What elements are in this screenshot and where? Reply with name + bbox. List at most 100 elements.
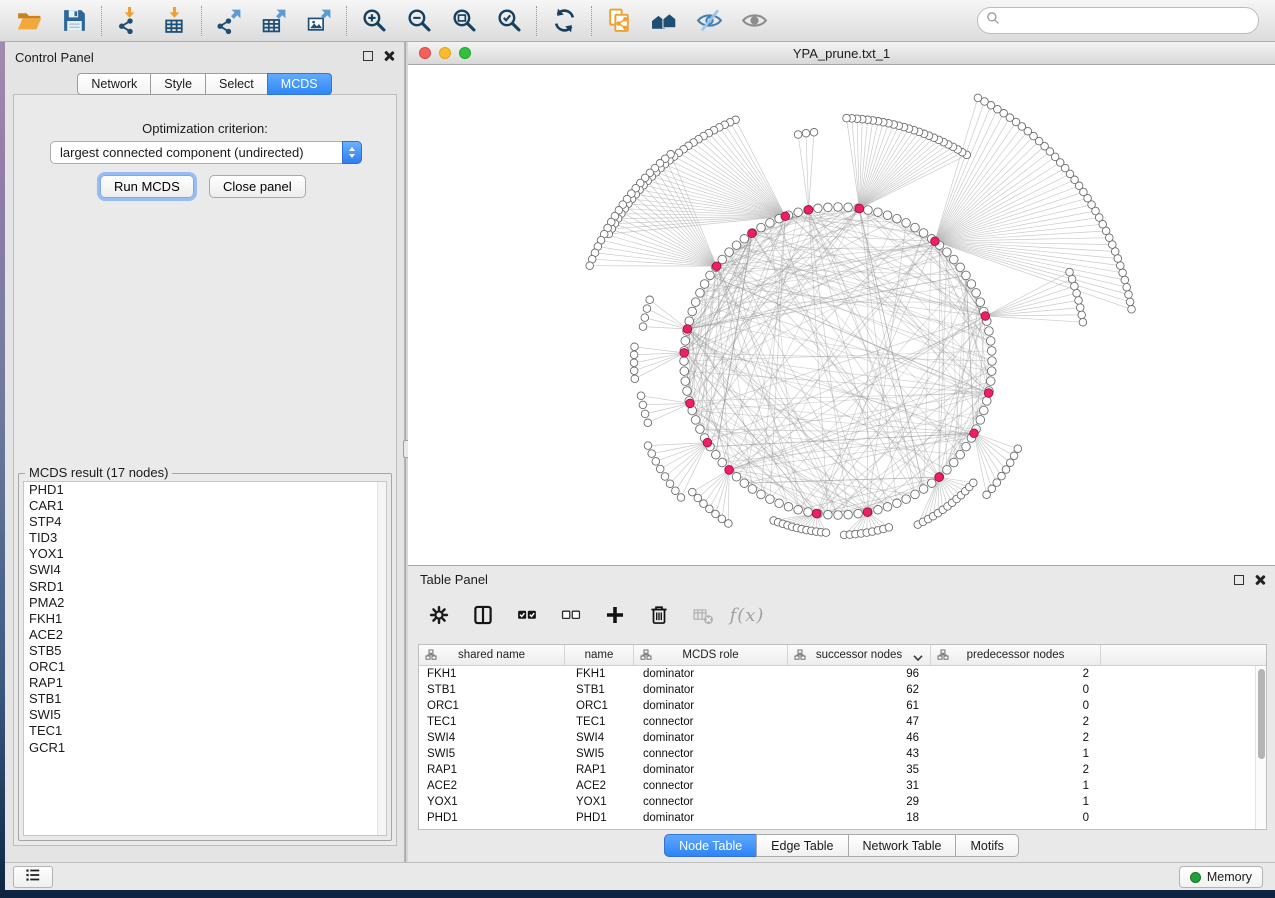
table-row[interactable]: FKH1FKH1dominator962	[419, 666, 1266, 682]
network-hub-node[interactable]	[984, 389, 993, 398]
network-hub-node[interactable]	[981, 312, 990, 321]
network-hub-node[interactable]	[931, 237, 940, 246]
deselect-all-icon[interactable]	[558, 602, 584, 628]
network-node[interactable]	[824, 203, 833, 212]
network-node[interactable]	[902, 219, 911, 228]
network-leaf-node[interactable]	[1002, 466, 1010, 474]
table-scrollbar[interactable]	[1255, 666, 1266, 829]
network-leaf-node[interactable]	[630, 359, 638, 367]
network-node[interactable]	[718, 458, 727, 467]
mcds-result-item[interactable]: STB5	[24, 643, 386, 659]
hide-selected-icon[interactable]	[694, 6, 724, 36]
mcds-result-item[interactable]: SRD1	[24, 579, 386, 595]
network-leaf-node[interactable]	[1121, 276, 1129, 284]
network-node[interactable]	[943, 466, 952, 475]
network-node[interactable]	[893, 214, 902, 223]
network-hub-node[interactable]	[812, 509, 821, 518]
network-node[interactable]	[883, 503, 892, 512]
import-table-icon[interactable]	[159, 6, 189, 36]
network-node[interactable]	[706, 271, 715, 280]
network-node[interactable]	[696, 289, 705, 298]
network-leaf-node[interactable]	[641, 410, 649, 418]
mcds-result-item[interactable]: TID3	[24, 530, 386, 546]
tab-mcds[interactable]: MCDS	[267, 73, 332, 95]
network-leaf-node[interactable]	[677, 494, 685, 502]
network-leaf-node[interactable]	[1010, 452, 1018, 460]
network-leaf-node[interactable]	[1114, 255, 1122, 263]
network-node[interactable]	[911, 490, 920, 499]
network-node[interactable]	[775, 499, 784, 508]
network-leaf-node[interactable]	[998, 472, 1006, 480]
network-node[interactable]	[804, 508, 813, 517]
network-leaf-node[interactable]	[656, 465, 664, 473]
network-node[interactable]	[874, 506, 883, 515]
zoom-out-icon[interactable]	[404, 6, 434, 36]
network-leaf-node[interactable]	[661, 473, 669, 481]
network-leaf-node[interactable]	[1076, 304, 1084, 312]
network-leaf-node[interactable]	[718, 515, 726, 523]
save-icon[interactable]	[59, 6, 89, 36]
welcome-screen-button[interactable]	[13, 866, 53, 888]
network-leaf-node[interactable]	[652, 458, 660, 466]
network-leaf-node[interactable]	[1123, 283, 1131, 291]
network-node[interactable]	[834, 203, 843, 212]
import-network-icon[interactable]	[114, 6, 144, 36]
network-node[interactable]	[988, 357, 997, 366]
memory-button[interactable]: Memory	[1179, 866, 1263, 888]
tab-network[interactable]: Network	[77, 73, 151, 95]
network-node[interactable]	[732, 473, 741, 482]
network-node[interactable]	[681, 337, 690, 346]
column-header-shared-name[interactable]: shared name	[419, 645, 565, 665]
export-image-icon[interactable]	[304, 6, 334, 36]
select-all-icon[interactable]	[514, 602, 540, 628]
network-hub-node[interactable]	[970, 429, 979, 438]
network-leaf-node[interactable]	[689, 488, 697, 496]
mcds-result-item[interactable]: SWI4	[24, 562, 386, 578]
network-leaf-node[interactable]	[1006, 459, 1014, 467]
mcds-result-item[interactable]: GCR1	[24, 740, 386, 756]
network-window-titlebar[interactable]: YPA_prune.txt_1	[408, 42, 1275, 65]
network-node[interactable]	[740, 235, 749, 244]
network-node[interactable]	[967, 280, 976, 289]
tab-select[interactable]: Select	[205, 73, 268, 95]
network-node[interactable]	[814, 204, 823, 213]
network-leaf-node[interactable]	[666, 480, 674, 488]
network-node[interactable]	[983, 397, 992, 406]
network-node[interactable]	[784, 503, 793, 512]
search-field[interactable]	[977, 7, 1259, 34]
network-leaf-node[interactable]	[586, 262, 594, 270]
network-graph[interactable]	[408, 65, 1275, 565]
column-header-MCDS-role[interactable]: MCDS role	[634, 645, 788, 665]
network-node[interactable]	[950, 458, 959, 467]
network-leaf-node[interactable]	[1119, 269, 1127, 277]
network-node[interactable]	[844, 510, 853, 519]
mcds-result-item[interactable]: YOX1	[24, 546, 386, 562]
network-leaf-node[interactable]	[644, 442, 652, 450]
network-node[interactable]	[962, 271, 971, 280]
network-node[interactable]	[757, 223, 766, 232]
table-row[interactable]: ACE2ACE2connector311	[419, 778, 1266, 794]
mcds-result-item[interactable]: STP4	[24, 514, 386, 530]
network-leaf-node[interactable]	[644, 419, 652, 427]
network-leaf-node[interactable]	[630, 367, 638, 375]
network-leaf-node[interactable]	[974, 94, 982, 102]
network-node[interactable]	[902, 495, 911, 504]
network-node[interactable]	[688, 307, 697, 316]
mcds-result-item[interactable]: ORC1	[24, 659, 386, 675]
network-node[interactable]	[919, 229, 928, 238]
network-node[interactable]	[980, 406, 989, 415]
network-node[interactable]	[864, 206, 873, 215]
network-leaf-node[interactable]	[1079, 318, 1087, 326]
network-hub-node[interactable]	[712, 262, 721, 271]
network-hub-node[interactable]	[804, 206, 813, 215]
network-node[interactable]	[766, 219, 775, 228]
network-leaf-node[interactable]	[970, 479, 978, 487]
network-leaf-node[interactable]	[712, 510, 720, 518]
close-panel-icon[interactable]	[1254, 574, 1265, 585]
network-leaf-node[interactable]	[1078, 311, 1086, 319]
zoom-in-icon[interactable]	[359, 6, 389, 36]
mcds-result-list[interactable]: PHD1CAR1STP4TID3YOX1SWI4SRD1PMA2FKH1ACE2…	[23, 481, 387, 836]
network-leaf-node[interactable]	[794, 131, 802, 139]
network-leaf-node[interactable]	[631, 343, 639, 351]
scrollbar-thumb[interactable]	[1258, 669, 1265, 759]
